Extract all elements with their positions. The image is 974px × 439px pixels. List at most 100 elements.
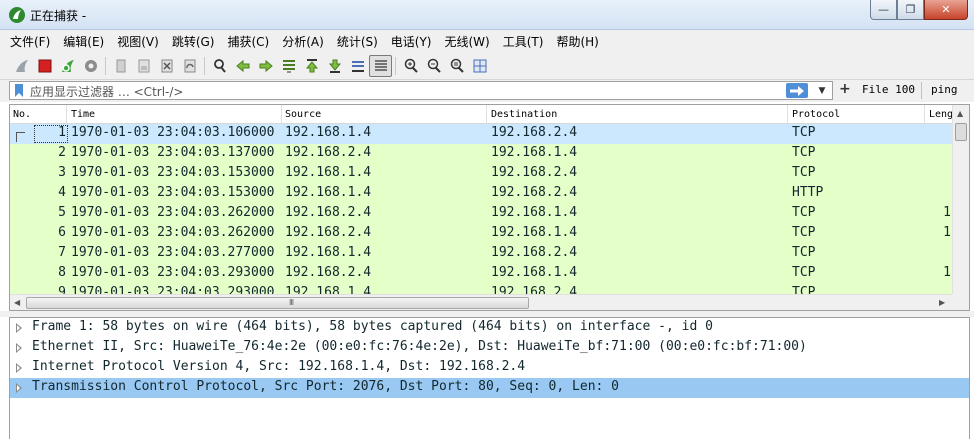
menu-analyze[interactable]: 分析(A)	[282, 33, 324, 50]
menu-file[interactable]: 文件(F)	[10, 33, 50, 50]
column-separator[interactable]	[787, 105, 788, 124]
menu-view[interactable]: 视图(V)	[117, 33, 159, 50]
scroll-right-arrow-icon[interactable]: ▶	[939, 298, 945, 307]
packet-row[interactable]: 7 1970-01-03 23:04:03.277000 192.168.1.4…	[10, 244, 953, 264]
zoom-in-button[interactable]	[399, 55, 422, 77]
packet-list[interactable]: No. Time Source Destination Protocol Len…	[9, 104, 970, 311]
menu-edit[interactable]: 编辑(E)	[63, 33, 104, 50]
expand-arrow-icon[interactable]	[16, 343, 22, 353]
detail-tree-item-ethernet[interactable]: Ethernet II, Src: HuaweiTe_76:4e:2e (00:…	[10, 338, 969, 358]
column-header-length[interactable]: Leng	[929, 109, 953, 120]
packet-time: 1970-01-03 23:04:03.277000	[71, 245, 275, 260]
filter-divider	[921, 82, 922, 99]
detail-tree-item-ipv4[interactable]: Internet Protocol Version 4, Src: 192.16…	[10, 358, 969, 378]
column-header-protocol[interactable]: Protocol	[792, 109, 840, 120]
filter-button-ping[interactable]: ping	[931, 83, 958, 96]
expand-arrow-icon[interactable]	[16, 383, 22, 393]
menu-go[interactable]: 跳转(G)	[172, 33, 215, 50]
filter-history-dropdown[interactable]: ▼	[816, 85, 828, 97]
packet-no: 3	[58, 165, 66, 180]
packet-no: 4	[58, 185, 66, 200]
packet-list-vertical-scrollbar[interactable]: ▲	[952, 105, 969, 295]
autoscroll-button[interactable]	[346, 55, 369, 77]
packet-time: 1970-01-03 23:04:03.262000	[71, 205, 275, 220]
packet-destination: 192.168.1.4	[491, 145, 578, 160]
packet-destination: 192.168.2.4	[491, 125, 578, 140]
detail-text: Internet Protocol Version 4, Src: 192.16…	[32, 359, 526, 374]
go-to-packet-button[interactable]	[277, 55, 300, 77]
packet-details-pane[interactable]: Frame 1: 58 bytes on wire (464 bits), 58…	[9, 317, 970, 439]
scroll-up-arrow-icon[interactable]: ▲	[957, 109, 963, 118]
restart-capture-button[interactable]	[56, 55, 79, 77]
packet-destination: 192.168.2.4	[491, 185, 578, 200]
zoom-out-button[interactable]	[422, 55, 445, 77]
apply-filter-button[interactable]	[786, 83, 808, 98]
column-header-destination[interactable]: Destination	[491, 109, 557, 120]
expand-arrow-icon[interactable]	[16, 363, 22, 373]
go-to-packet-icon	[282, 59, 295, 72]
bookmark-icon[interactable]	[14, 84, 24, 97]
find-packet-button[interactable]	[208, 55, 231, 77]
save-file-button[interactable]	[132, 55, 155, 77]
go-back-button[interactable]	[231, 55, 254, 77]
menu-tools[interactable]: 工具(T)	[503, 33, 544, 50]
packet-row[interactable]: 8 1970-01-03 23:04:03.293000 192.168.2.4…	[10, 264, 953, 284]
packet-row[interactable]: 4 1970-01-03 23:04:03.153000 192.168.1.4…	[10, 184, 953, 204]
last-packet-button[interactable]	[323, 55, 346, 77]
reload-button[interactable]	[178, 55, 201, 77]
packet-time: 1970-01-03 23:04:03.153000	[71, 165, 275, 180]
column-separator[interactable]	[486, 105, 487, 124]
packet-list-header: No. Time Source Destination Protocol Len…	[10, 105, 953, 124]
display-filter-input[interactable]: 应用显示过滤器 … <Ctrl-/> ▼	[9, 81, 833, 100]
close-file-button[interactable]	[155, 55, 178, 77]
resize-columns-button[interactable]	[468, 55, 491, 77]
stop-capture-button[interactable]	[33, 55, 56, 77]
minimize-button[interactable]: —	[870, 0, 897, 20]
filter-button-file-100[interactable]: File 100	[862, 83, 915, 96]
packet-time: 1970-01-03 23:04:03.153000	[71, 185, 275, 200]
start-capture-button[interactable]	[10, 55, 33, 77]
packet-protocol: TCP	[792, 125, 816, 140]
menu-statistics[interactable]: 统计(S)	[337, 33, 378, 50]
column-separator[interactable]	[66, 105, 67, 124]
column-header-no[interactable]: No.	[13, 109, 31, 120]
menu-telephony[interactable]: 电话(Y)	[391, 33, 432, 50]
packet-list-horizontal-scrollbar[interactable]: ◀ III ▶	[10, 294, 953, 310]
capture-options-button[interactable]	[79, 55, 102, 77]
zoom-in-icon	[404, 58, 418, 73]
packet-row[interactable]: 5 1970-01-03 23:04:03.262000 192.168.2.4…	[10, 204, 953, 224]
column-header-time[interactable]: Time	[71, 109, 95, 120]
add-filter-button[interactable]: +	[839, 81, 851, 97]
menu-help[interactable]: 帮助(H)	[556, 33, 598, 50]
column-header-source[interactable]: Source	[285, 109, 321, 120]
vertical-scroll-thumb[interactable]	[955, 123, 967, 141]
packet-source: 192.168.2.4	[285, 145, 372, 160]
title-bar: 正在捕获 - — ❐ ✕	[0, 0, 974, 30]
column-separator[interactable]	[924, 105, 925, 124]
column-separator[interactable]	[281, 105, 282, 124]
restore-button[interactable]: ❐	[897, 0, 924, 20]
colorize-button[interactable]	[369, 54, 392, 77]
menu-wireless[interactable]: 无线(W)	[445, 33, 490, 50]
packet-row[interactable]: 2 1970-01-03 23:04:03.137000 192.168.2.4…	[10, 144, 953, 164]
menu-capture[interactable]: 捕获(C)	[227, 33, 269, 50]
open-file-button[interactable]	[109, 55, 132, 77]
conversation-indicator	[16, 132, 25, 142]
packet-row[interactable]: 1 1970-01-03 23:04:03.106000 192.168.1.4…	[10, 124, 953, 144]
normal-size-button[interactable]	[445, 55, 468, 77]
horizontal-scroll-thumb[interactable]: III	[26, 297, 529, 309]
packet-row[interactable]: 3 1970-01-03 23:04:03.153000 192.168.1.4…	[10, 164, 953, 184]
options-gear-icon	[84, 59, 97, 72]
scroll-left-arrow-icon[interactable]: ◀	[14, 298, 20, 307]
close-button[interactable]: ✕	[924, 0, 968, 20]
expand-arrow-icon[interactable]	[16, 323, 22, 333]
packet-list-rows: 1 1970-01-03 23:04:03.106000 192.168.1.4…	[10, 124, 953, 296]
packet-row[interactable]: 6 1970-01-03 23:04:03.262000 192.168.2.4…	[10, 224, 953, 244]
first-packet-button[interactable]	[300, 55, 323, 77]
packet-source: 192.168.1.4	[285, 165, 372, 180]
packet-length: 1	[943, 205, 951, 220]
detail-tree-item-frame[interactable]: Frame 1: 58 bytes on wire (464 bits), 58…	[10, 318, 969, 338]
detail-tree-item-tcp[interactable]: Transmission Control Protocol, Src Port:…	[10, 378, 969, 398]
go-forward-button[interactable]	[254, 55, 277, 77]
stop-square-icon	[38, 59, 51, 72]
